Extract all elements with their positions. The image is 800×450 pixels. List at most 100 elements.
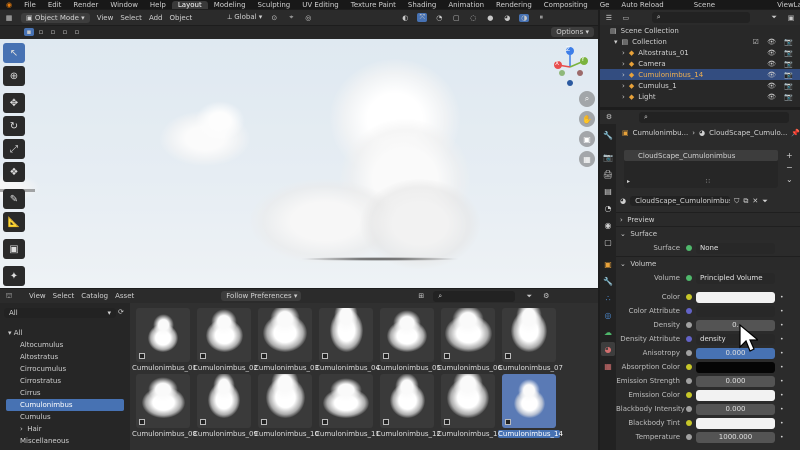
asset-thumbnail[interactable] <box>319 374 373 428</box>
asset-thumbnail[interactable] <box>319 308 373 362</box>
socket-icon[interactable] <box>686 392 692 398</box>
item-visibility-icons[interactable]: 👁 📷 <box>767 60 796 68</box>
menu-edit[interactable]: Edit <box>42 1 68 9</box>
auto-reload-toggle[interactable]: Auto Reload <box>615 1 669 9</box>
tab-rendering[interactable]: Rendering <box>490 1 538 9</box>
slot-expand-icon[interactable]: ▸ <box>627 178 630 185</box>
orientation-dropdown[interactable]: ⟂ Global ▾ <box>227 13 262 22</box>
mode-dropdown[interactable]: ▣ Object Mode ▾ <box>21 12 90 23</box>
expand-arrow-icon[interactable]: › <box>622 49 625 57</box>
library-dropdown[interactable]: All ▾ <box>4 308 116 318</box>
material-tab-icon[interactable]: ◕ <box>601 342 615 356</box>
options-dropdown[interactable]: Options ▾ <box>551 27 594 37</box>
grid-perspective-icon[interactable]: ▦ <box>579 151 595 167</box>
item-visibility-icons[interactable]: 👁 📷 <box>767 49 796 57</box>
socket-icon[interactable] <box>686 308 692 314</box>
asset-thumbnail[interactable] <box>197 374 251 428</box>
material-slot-list[interactable]: CloudScape_Cumulonimbus ▸ ∷ <box>624 150 778 188</box>
menu-render[interactable]: Render <box>67 1 104 9</box>
surface-socket-icon[interactable] <box>686 245 692 251</box>
view-layer-tab-icon[interactable]: ▤ <box>601 184 615 198</box>
asset-menu-asset[interactable]: Asset <box>115 292 134 300</box>
property-field[interactable] <box>696 291 775 303</box>
item-visibility-icons[interactable]: 👁 📷 <box>767 71 796 79</box>
xray-icon[interactable]: ▢ <box>451 14 461 22</box>
menu-help[interactable]: Help <box>144 1 172 9</box>
menu-select[interactable]: Select <box>120 14 142 22</box>
catalog-item[interactable]: Cumulus <box>0 411 130 423</box>
volume-socket-icon[interactable] <box>686 275 692 281</box>
keyframe-dot-icon[interactable]: • <box>780 322 784 329</box>
tool-tab-icon[interactable]: 🔧 <box>601 128 615 142</box>
tab-modeling[interactable]: Modeling <box>208 1 252 9</box>
extra-tool-icon[interactable]: ✦ <box>3 266 25 286</box>
zoom-icon[interactable]: ⌕ <box>579 91 595 107</box>
gizmo-toggle-icon[interactable]: ⤧ <box>417 13 428 22</box>
volume-field[interactable]: Principled Volume <box>696 272 775 284</box>
collection-row[interactable]: ▾ ▤ Collection ☑ 👁 📷 <box>600 36 800 47</box>
pause-icon[interactable]: ⏸ <box>536 13 546 22</box>
material-name-field[interactable]: CloudScape_Cumulonimbus <box>630 196 731 206</box>
property-field[interactable] <box>696 389 775 401</box>
surface-section[interactable]: ⌄ Surface <box>616 226 800 240</box>
outliner-item[interactable]: › ◆ Cumulus_1 👁 📷 <box>600 80 800 91</box>
asset-thumbnail[interactable] <box>380 308 434 362</box>
socket-icon[interactable] <box>686 364 692 370</box>
browse-material-icon[interactable]: ⏷ <box>762 197 768 206</box>
catalog-item[interactable]: Altocumulus <box>0 339 130 351</box>
asset-thumbnail[interactable] <box>258 308 312 362</box>
property-field[interactable] <box>696 417 775 429</box>
outliner-item[interactable]: › ◆ Light 👁 📷 <box>600 91 800 102</box>
property-field[interactable]: 0.000 <box>696 403 775 415</box>
snap-icon[interactable]: ⌖ <box>286 13 296 22</box>
menu-view[interactable]: View <box>97 14 114 22</box>
shading-solid-icon[interactable]: ● <box>485 14 495 22</box>
data-tab-icon[interactable]: ☁ <box>601 325 615 339</box>
socket-icon[interactable] <box>686 434 692 440</box>
property-field[interactable] <box>696 305 775 317</box>
fake-user-icon[interactable]: ⛉ <box>734 197 739 206</box>
asset-thumbnail[interactable] <box>441 374 495 428</box>
property-field[interactable]: 0.000 <box>696 375 775 387</box>
render-tab-icon[interactable]: 📷 <box>601 150 615 164</box>
asset-thumbnail[interactable] <box>136 374 190 428</box>
select-intersect-icon[interactable]: ▫ <box>72 28 82 36</box>
keyframe-dot-icon[interactable]: • <box>780 350 784 357</box>
catalog-item[interactable]: Cirrostratus <box>0 375 130 387</box>
add-slot-icon[interactable]: + <box>786 151 793 160</box>
property-field[interactable]: 0. <box>696 319 775 331</box>
pivot-icon[interactable]: ⊙ <box>269 14 279 22</box>
world-tab-icon[interactable]: ◉ <box>601 218 615 232</box>
outliner-item[interactable]: › ◆ Camera 👁 📷 <box>600 58 800 69</box>
select-tool-icon[interactable]: ↖ <box>3 43 25 63</box>
asset-thumbnail[interactable] <box>380 374 434 428</box>
socket-icon[interactable] <box>686 350 692 356</box>
asset-thumbnail[interactable] <box>136 308 190 362</box>
navigation-gizmo[interactable]: Z Y X <box>552 45 592 89</box>
menu-window[interactable]: Window <box>104 1 144 9</box>
import-method-dropdown[interactable]: Follow Preferences ▾ <box>221 291 302 301</box>
scene-tab-icon[interactable]: ◔ <box>601 201 615 215</box>
add-cube-tool-icon[interactable]: ▣ <box>3 239 25 259</box>
menu-object[interactable]: Object <box>170 14 193 22</box>
asset-thumbnail[interactable] <box>197 308 251 362</box>
catalog-item[interactable]: Cirrus <box>0 387 130 399</box>
expand-arrow-icon[interactable]: › <box>622 93 625 101</box>
asset-settings-gear-icon[interactable]: ⚙ <box>541 292 551 300</box>
keyframe-dot-icon[interactable]: • <box>780 308 784 315</box>
expand-arrow-icon[interactable]: › <box>622 82 625 90</box>
keyframe-dot-icon[interactable]: • <box>780 392 784 399</box>
particles-tab-icon[interactable]: ∴ <box>601 291 615 305</box>
pin-icon[interactable]: 📌 <box>791 129 800 137</box>
shading-rendered-icon[interactable]: ◑ <box>519 13 530 22</box>
socket-icon[interactable] <box>686 336 692 342</box>
outliner-filter-icon[interactable]: ⏷ <box>769 13 779 22</box>
filter-icon[interactable]: ⏷ <box>524 292 534 301</box>
socket-icon[interactable] <box>686 322 692 328</box>
menu-add[interactable]: Add <box>149 14 163 22</box>
keyframe-dot-icon[interactable]: • <box>780 434 784 441</box>
collection-visibility-icons[interactable]: ☑ 👁 📷 <box>753 38 796 46</box>
socket-icon[interactable] <box>686 420 692 426</box>
refresh-icon[interactable]: ⟳ <box>118 308 124 316</box>
collection-tab-icon[interactable]: ▢ <box>601 235 615 249</box>
